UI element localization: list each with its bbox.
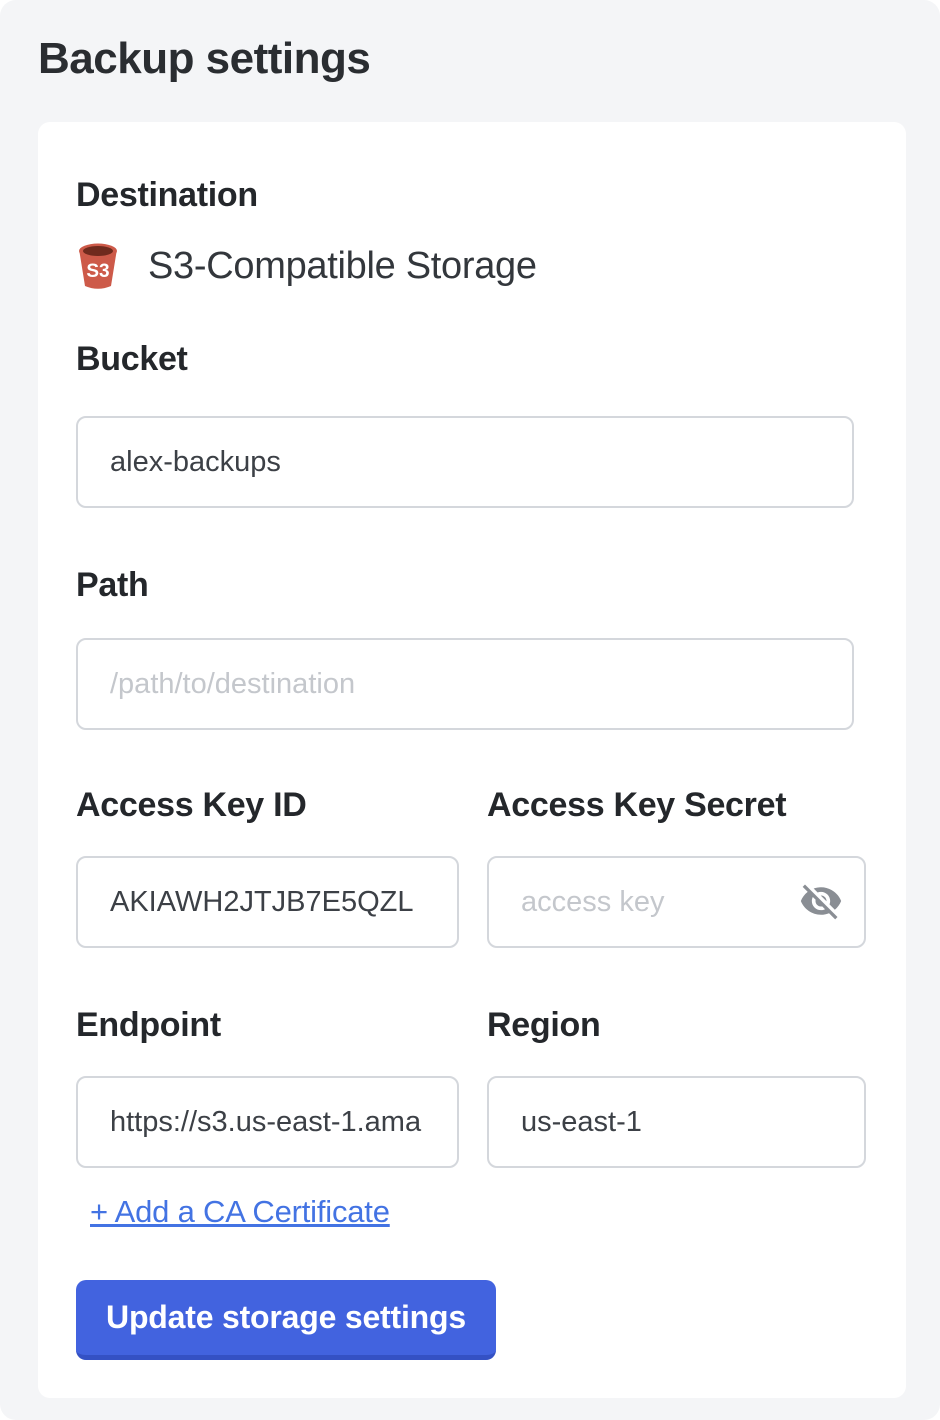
backup-settings-card: Destination S3 S3-Compatible Storage Buc… xyxy=(38,122,906,1398)
add-ca-certificate-link[interactable]: + Add a CA Certificate xyxy=(90,1194,390,1230)
region-input[interactable] xyxy=(487,1076,866,1168)
region-label: Region xyxy=(487,1008,866,1042)
endpoint-input[interactable] xyxy=(76,1076,459,1168)
endpoint-label: Endpoint xyxy=(76,1008,459,1042)
bucket-label: Bucket xyxy=(76,342,854,376)
update-storage-settings-button[interactable]: Update storage settings xyxy=(76,1280,496,1360)
access-key-id-input[interactable] xyxy=(76,856,459,948)
eye-off-icon xyxy=(799,879,843,923)
backup-settings-page: Backup settings Destination S3 S3-Compat… xyxy=(0,0,940,1420)
s3-bucket-icon: S3 xyxy=(76,241,120,291)
path-label: Path xyxy=(76,568,854,602)
access-key-id-label: Access Key ID xyxy=(76,788,459,822)
bucket-input[interactable] xyxy=(76,416,854,508)
path-input[interactable] xyxy=(76,638,854,730)
access-key-secret-label: Access Key Secret xyxy=(487,788,866,822)
destination-label: Destination xyxy=(76,178,854,212)
access-key-secret-field xyxy=(487,856,866,948)
toggle-secret-visibility-button[interactable] xyxy=(798,879,844,925)
destination-provider: S3-Compatible Storage xyxy=(148,245,537,288)
svg-text:S3: S3 xyxy=(86,261,109,282)
destination-value-row: S3 S3-Compatible Storage xyxy=(76,242,854,290)
page-title: Backup settings xyxy=(0,0,940,84)
